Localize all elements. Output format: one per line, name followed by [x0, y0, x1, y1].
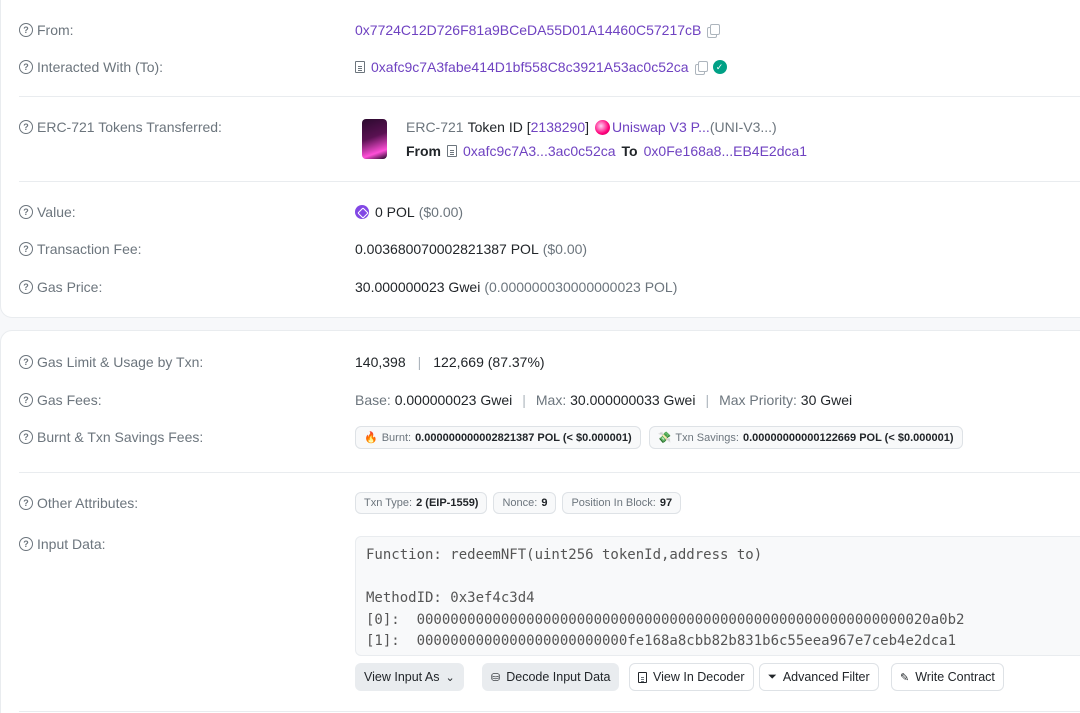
- token-transfer-label: ? ERC-721 Tokens Transferred:: [19, 119, 222, 135]
- transfer-to-label: To: [621, 143, 638, 159]
- token-standard: ERC-721: [406, 119, 464, 135]
- fee-label: ? Transaction Fee:: [19, 241, 142, 257]
- gas-price-label: ? Gas Price:: [19, 279, 102, 295]
- separator: |: [522, 392, 526, 408]
- gas-fees-label: ? Gas Fees:: [19, 392, 102, 408]
- from-value: 0x7724C12D726F81a9BCeDA55D01A14460C57217…: [355, 22, 721, 38]
- gas-price-pol: (0.000000030000000023 POL): [484, 279, 678, 295]
- help-icon[interactable]: ?: [19, 242, 33, 256]
- divider: [19, 181, 1080, 182]
- divider: [19, 472, 1080, 473]
- fee-usd: ($0.00): [542, 241, 588, 257]
- value-usd: ($0.00): [418, 204, 464, 220]
- help-icon[interactable]: ?: [19, 393, 33, 407]
- transfer-to-link[interactable]: 0x0Fe168a8...EB4E2dca1: [644, 143, 807, 159]
- fire-icon: 🔥: [364, 432, 378, 444]
- copy-icon[interactable]: [694, 61, 708, 75]
- help-icon[interactable]: ?: [19, 355, 33, 369]
- max-priority-label: Max Priority:: [719, 392, 797, 408]
- burnt-value: 🔥 Burnt: 0.000000000002821387 POL (< $0.00…: [355, 426, 963, 449]
- gas-price-value: 30.000000023 Gwei (0.000000030000000023 …: [355, 279, 677, 295]
- contract-icon: [355, 61, 365, 73]
- to-address-link[interactable]: 0xafc9c7A3fabe414D1bf558C8c3921A53ac0c52…: [371, 59, 689, 75]
- nonce-pill: Nonce: 9: [493, 492, 557, 514]
- gas-usage: 122,669 (87.37%): [433, 354, 545, 370]
- burnt-label: ? Burnt & Txn Savings Fees:: [19, 429, 203, 445]
- gas-limit-label: ? Gas Limit & Usage by Txn:: [19, 354, 203, 370]
- from-address-link[interactable]: 0x7724C12D726F81a9BCeDA55D01A14460C57217…: [355, 22, 701, 38]
- token-symbol: (UNI-V3...): [709, 119, 777, 135]
- gas-limit-value: 140,398 | 122,669 (87.37%): [355, 354, 545, 370]
- gas-price-gwei: 30.000000023 Gwei: [355, 279, 481, 295]
- verified-check-icon: ✓: [712, 60, 727, 74]
- help-icon[interactable]: ?: [19, 537, 33, 551]
- value-label: ? Value:: [19, 204, 76, 220]
- max-priority-fee: 30 Gwei: [800, 392, 853, 408]
- help-icon[interactable]: ?: [19, 430, 33, 444]
- help-icon[interactable]: ?: [19, 205, 33, 219]
- pen-square-icon: ✎: [900, 671, 910, 684]
- view-in-decoder-button[interactable]: View In Decoder: [629, 663, 754, 691]
- help-icon[interactable]: ?: [19, 280, 33, 294]
- to-label: ? Interacted With (To):: [19, 59, 163, 75]
- more-details-card: ? Gas Limit & Usage by Txn: 140,398 | 122…: [0, 330, 1080, 713]
- gas-limit: 140,398: [355, 354, 406, 370]
- token-transfer-row: ? ERC-721 Tokens Transferred: ERC-721 Tok…: [19, 119, 1080, 163]
- txn-type-pill: Txn Type: 2 (EIP-1559): [355, 492, 488, 514]
- base-fee-label: Base:: [355, 392, 391, 408]
- from-label: ? From:: [19, 22, 74, 38]
- burnt-pill: 🔥 Burnt: 0.000000000002821387 POL (< $0.00…: [355, 426, 641, 449]
- value-value: 0 POL ($0.00): [355, 204, 463, 220]
- input-data-row: ? Input Data: Function: redeemNFT(uint256…: [19, 536, 1080, 696]
- max-fee-label: Max:: [535, 392, 567, 408]
- decode-input-button[interactable]: ⛁ Decode Input Data: [482, 663, 620, 691]
- help-icon[interactable]: ?: [19, 120, 33, 134]
- separator: |: [417, 354, 422, 370]
- view-input-as-button[interactable]: View Input As ⌄: [355, 663, 464, 691]
- attributes-value: Txn Type: 2 (EIP-1559) Nonce: 9 Position I…: [355, 492, 682, 514]
- cubes-icon: ⛁: [491, 671, 501, 684]
- token-transfer-line1: ERC-721 Token ID [2138290] Uniswap V3 P.…: [406, 119, 777, 135]
- position-pill: Position In Block: 97: [562, 492, 682, 514]
- base-fee: 0.000000023 Gwei: [394, 392, 513, 408]
- token-name-link[interactable]: Uniswap V3 P...: [612, 119, 710, 135]
- input-data-box[interactable]: Function: redeemNFT(uint256 tokenId,addr…: [355, 536, 1080, 656]
- fee-value: 0.003680070002821387 POL ($0.00): [355, 241, 587, 257]
- gas-fees-value: Base: 0.000000023 Gwei | Max: 30.0000000…: [355, 392, 852, 408]
- token-id-label: Token ID: [467, 119, 523, 135]
- value-amount: 0 POL: [375, 204, 415, 220]
- transfer-from-label: From: [406, 143, 441, 159]
- advanced-filter-button[interactable]: ⏷ Advanced Filter: [759, 663, 879, 691]
- transfer-from-link[interactable]: 0xafc9c7A3...3ac0c52ca: [463, 143, 616, 159]
- separator: |: [705, 392, 710, 408]
- token-transfer-line2: From 0xafc9c7A3...3ac0c52ca To 0x0Fe168a…: [406, 143, 807, 159]
- divider: [19, 96, 1080, 97]
- to-value: 0xafc9c7A3fabe414D1bf558C8c3921A53ac0c52…: [355, 59, 727, 75]
- attributes-label: ? Other Attributes:: [19, 495, 138, 511]
- copy-icon[interactable]: [707, 24, 721, 38]
- help-icon[interactable]: ?: [19, 23, 33, 37]
- document-icon: [638, 671, 647, 683]
- nft-thumbnail[interactable]: [362, 119, 387, 159]
- polygon-icon: [355, 205, 369, 219]
- chevron-down-icon: ⌄: [445, 671, 455, 684]
- token-id-link[interactable]: 2138290: [531, 119, 586, 135]
- max-fee: 30.000000033 Gwei: [570, 392, 696, 408]
- help-icon[interactable]: ?: [19, 496, 33, 510]
- token-id-group: Token ID [2138290]: [467, 119, 590, 135]
- write-contract-button[interactable]: ✎ Write Contract: [891, 663, 1004, 691]
- help-icon[interactable]: ?: [19, 60, 33, 74]
- contract-icon: [447, 145, 457, 157]
- uniswap-icon: [595, 119, 611, 135]
- input-data-label: ? Input Data:: [19, 536, 106, 552]
- money-icon: 💸: [657, 432, 672, 444]
- savings-pill: 💸 Txn Savings: 0.00000000000122669 POL (< …: [648, 426, 963, 449]
- fee-amount: 0.003680070002821387 POL: [355, 241, 539, 257]
- divider: [19, 711, 1080, 712]
- filter-icon: ⏷: [768, 670, 777, 683]
- overview-card: ? From: 0x7724C12D726F81a9BCeDA55D01A1446…: [0, 0, 1080, 318]
